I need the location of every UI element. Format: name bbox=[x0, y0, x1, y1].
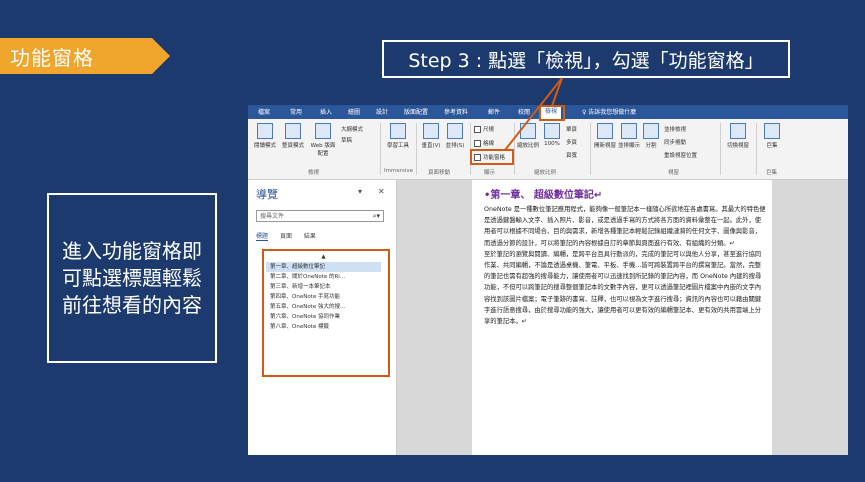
one-page-button[interactable]: 單頁 bbox=[566, 125, 577, 133]
window-group-label: 視窗 bbox=[668, 170, 680, 176]
read-mode-button[interactable]: 閱讀模式 bbox=[252, 123, 278, 149]
nav-pane-highlight bbox=[470, 149, 514, 165]
nav-tab-results[interactable]: 結果 bbox=[304, 233, 316, 240]
side-by-side-view-button[interactable]: 並排檢視 bbox=[664, 125, 686, 133]
split-button[interactable]: 分割 bbox=[642, 123, 660, 149]
immersive-group-label: Immersive bbox=[384, 168, 414, 174]
zoom-100-icon bbox=[544, 123, 560, 139]
views-group-label: 檢視 bbox=[308, 170, 320, 176]
tab-review[interactable]: 校閱 bbox=[518, 107, 530, 116]
nav-tabs: 標題 頁面 結果 bbox=[256, 231, 326, 241]
doc-paragraph: OneNote 是一種數位筆記應用程式，能夠像一般筆記本一樣隨心所欲地在各處書寫… bbox=[484, 206, 766, 247]
tab-design[interactable]: 設計 bbox=[376, 107, 388, 116]
gridlines-checkbox[interactable]: 格線 bbox=[474, 139, 494, 147]
new-window-icon bbox=[597, 123, 613, 139]
nav-tab-headings[interactable]: 標題 bbox=[256, 233, 269, 241]
tab-insert[interactable]: 插入 bbox=[320, 107, 332, 116]
tab-references[interactable]: 參考資料 bbox=[444, 107, 468, 116]
tell-me-box[interactable]: ♀ 告訴我您想做什麼 bbox=[582, 107, 636, 116]
web-layout-button[interactable]: Web 版面配置 bbox=[308, 123, 338, 157]
page-width-button[interactable]: 頁寬 bbox=[566, 151, 577, 159]
divider bbox=[514, 123, 515, 175]
show-group-label: 顯示 bbox=[484, 170, 496, 176]
side-by-side-icon bbox=[447, 123, 463, 139]
macros-group-label: 巨集 bbox=[766, 170, 778, 176]
divider bbox=[756, 123, 757, 175]
zoom-group-label: 縮放比例 bbox=[534, 170, 557, 176]
side-by-side-button[interactable]: 並排(S) bbox=[444, 123, 466, 149]
doc-body: OneNote 是一種數位筆記應用程式，能夠像一般筆記本一樣隨心所欲地在各處書寫… bbox=[484, 204, 766, 327]
divider bbox=[590, 123, 591, 175]
ribbon: 閱讀模式 整頁模式 Web 版面配置 大綱模式 草稿 檢視 學習工具 Immer… bbox=[248, 119, 848, 180]
arrange-all-icon bbox=[621, 123, 637, 139]
magnifier-icon bbox=[520, 123, 536, 139]
word-window: 檔案 常用 插入 繪圖 設計 版面配置 參考資料 郵件 校閱 檢視 ♀ 告訴我您… bbox=[248, 105, 848, 455]
slide: 功能窗格 Step 3 : 點選「檢視」，勾選「功能窗格」 進入功能窗格即可點選… bbox=[0, 0, 865, 482]
caption-box: 進入功能窗格即可點選標題輕鬆前往想看的內容 bbox=[47, 193, 217, 363]
document-page[interactable]: •第一章、 超級數位筆記↵ OneNote 是一種數位筆記應用程式，能夠像一般筆… bbox=[472, 180, 772, 455]
nav-search-input[interactable]: 搜尋文件 ⌕▾ bbox=[256, 210, 384, 222]
tab-layout[interactable]: 版面配置 bbox=[404, 107, 428, 116]
divider bbox=[720, 123, 721, 175]
ruler-checkbox[interactable]: 尺規 bbox=[474, 125, 494, 133]
split-icon bbox=[643, 123, 659, 139]
draft-button[interactable]: 草稿 bbox=[341, 136, 352, 144]
callout-line bbox=[551, 77, 563, 107]
nav-list-highlight bbox=[262, 249, 390, 377]
divider bbox=[416, 123, 417, 175]
tab-mailings[interactable]: 郵件 bbox=[488, 107, 500, 116]
checkbox-icon bbox=[474, 126, 481, 133]
divider bbox=[380, 123, 381, 175]
doc-paragraph: 至於筆記的瀏覽與閱讀、編輯，是跨平台且具行動派的，完成的筆記可以與他人分享，甚至… bbox=[484, 250, 762, 326]
reset-position-button[interactable]: 重設視窗位置 bbox=[664, 151, 697, 159]
print-layout-button[interactable]: 整頁模式 bbox=[280, 123, 306, 149]
nav-options-icon[interactable]: ▾ bbox=[358, 187, 362, 196]
search-icon[interactable]: ⌕▾ bbox=[373, 211, 380, 222]
view-tab-highlight bbox=[539, 105, 565, 121]
zoom-button[interactable]: 縮放比例 bbox=[516, 123, 540, 149]
step-instruction: Step 3 : 點選「檢視」，勾選「功能窗格」 bbox=[382, 40, 790, 78]
outline-button[interactable]: 大綱模式 bbox=[341, 125, 363, 133]
multi-page-button[interactable]: 多頁 bbox=[566, 138, 577, 146]
slide-title: 功能窗格 bbox=[10, 46, 94, 70]
zoom-100-button[interactable]: 100% bbox=[542, 123, 562, 147]
nav-pane-title: 導覽 bbox=[256, 188, 278, 201]
web-layout-icon bbox=[315, 123, 331, 139]
sync-scroll-button[interactable]: 同步捲動 bbox=[664, 138, 686, 146]
document-area: •第一章、 超級數位筆記↵ OneNote 是一種數位筆記應用程式，能夠像一般筆… bbox=[397, 180, 848, 455]
macros-button[interactable]: 巨集 bbox=[762, 123, 782, 149]
checkbox-icon bbox=[474, 140, 481, 147]
vertical-button[interactable]: 垂直(V) bbox=[420, 123, 442, 149]
close-icon[interactable]: ✕ bbox=[378, 187, 385, 196]
read-mode-icon bbox=[257, 123, 273, 139]
tab-draw[interactable]: 繪圖 bbox=[348, 107, 360, 116]
tab-file[interactable]: 檔案 bbox=[258, 107, 270, 116]
nav-tab-pages[interactable]: 頁面 bbox=[280, 233, 292, 240]
slide-title-bar: 功能窗格 bbox=[0, 38, 170, 74]
page-move-group-label: 頁面移動 bbox=[428, 170, 451, 176]
print-layout-icon bbox=[285, 123, 301, 139]
doc-heading: •第一章、 超級數位筆記↵ bbox=[484, 190, 603, 201]
new-window-button[interactable]: 開新視窗 bbox=[594, 123, 616, 149]
vertical-icon bbox=[423, 123, 439, 139]
learning-tools-icon bbox=[390, 123, 406, 139]
macros-icon bbox=[764, 123, 780, 139]
learning-tools-button[interactable]: 學習工具 bbox=[386, 123, 410, 149]
switch-windows-icon bbox=[730, 123, 746, 139]
switch-windows-button[interactable]: 切換視窗 bbox=[726, 123, 750, 149]
arrange-all-button[interactable]: 並排顯示 bbox=[618, 123, 640, 149]
tab-home[interactable]: 常用 bbox=[290, 107, 302, 116]
